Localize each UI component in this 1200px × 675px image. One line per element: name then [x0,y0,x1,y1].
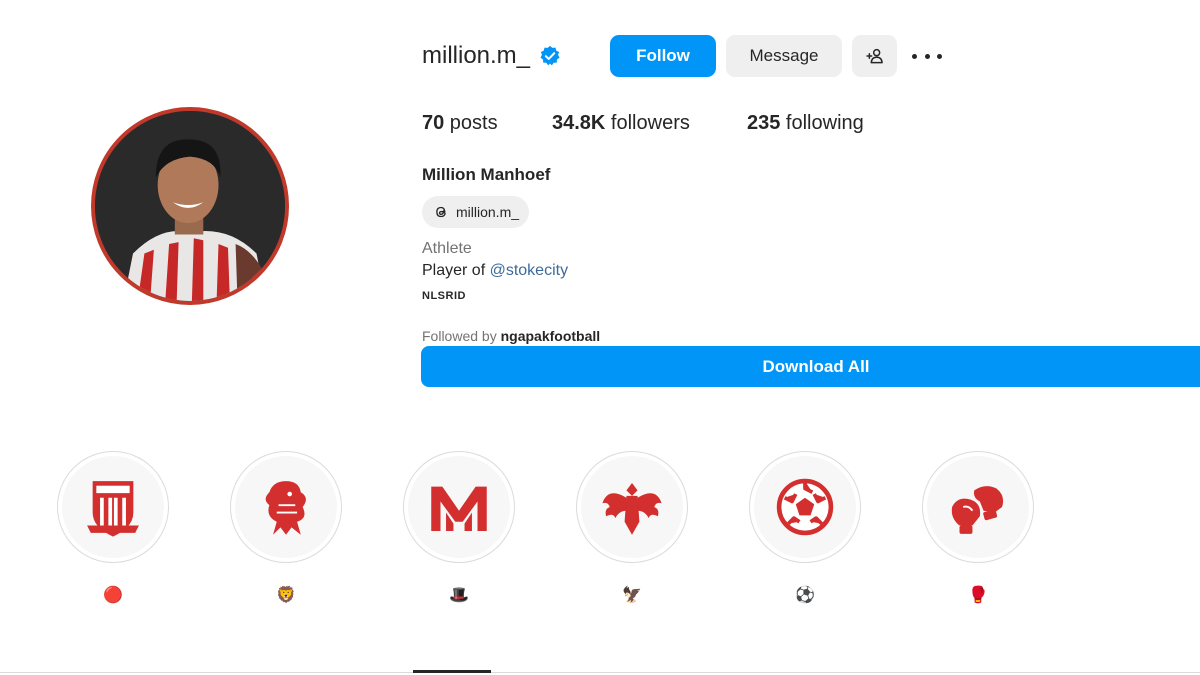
posts-stat[interactable]: 70 posts [422,112,552,135]
story-highlights: 🔴 🦁 🎩 🦅 ⚽ 🥊 [57,451,1095,605]
highlight-football[interactable] [749,451,861,563]
highlight-item: 🦅 [576,451,749,605]
highlight-item: 🦁 [230,451,403,605]
lion-crest-icon [265,481,306,535]
tab-divider [0,672,1200,673]
profile-avatar[interactable] [91,107,289,305]
username-row: million.m_ [422,34,561,78]
football-icon [776,478,834,536]
followers-stat[interactable]: 34.8K followers [552,112,747,135]
download-all-button[interactable]: Download All [421,346,1200,387]
highlight-label: 🦁 [276,587,296,604]
highlight-item: 🥊 [922,451,1095,605]
highlight-label: ⚽ [795,587,815,604]
highlight-label: 🦅 [622,587,642,604]
follow-button[interactable]: Follow [610,35,716,77]
highlight-label: 🔴 [103,587,123,604]
profile-stats: 70 posts 34.8K followers 235 following [422,112,864,135]
following-count: 235 [747,112,781,134]
profile-category: Athlete [422,240,472,257]
following-label: following [780,112,864,134]
bio-text: Player of @stokecity [422,262,568,280]
highlight-label: 🎩 [449,587,469,604]
followed-by-user: ngapakfootball [500,328,601,344]
posts-label: posts [444,112,498,134]
threads-handle: million.m_ [456,204,520,220]
highlight-eagle[interactable] [576,451,688,563]
full-name: Million Manhoef [422,165,551,184]
bio-tag: NLSRID [422,290,466,302]
highlight-boxing[interactable] [922,451,1034,563]
highlight-label: 🥊 [968,587,988,604]
followed-by-prefix: Followed by [422,328,501,344]
highlight-item: 🔴 [57,451,230,605]
eagle-crest-icon [602,482,662,535]
suggest-people-button[interactable] [852,35,897,77]
followers-count: 34.8K [552,112,606,134]
bio-prefix: Player of [422,262,490,279]
username: million.m_ [422,42,531,69]
stoke-city-crest-icon [87,481,139,537]
highlight-item: 🎩 [403,451,576,605]
highlight-item: ⚽ [749,451,922,605]
posts-count: 70 [422,112,445,134]
verified-badge-icon [540,45,560,66]
active-tab-indicator[interactable] [413,670,491,673]
following-stat[interactable]: 235 following [747,112,864,135]
bio-mention-link[interactable]: @stokecity [490,262,568,279]
followers-label: followers [605,112,690,134]
highlight-mm[interactable] [403,451,515,563]
followed-by[interactable]: Followed by ngapakfootball [422,328,600,344]
highlight-lion[interactable] [230,451,342,563]
message-button[interactable]: Message [726,35,842,77]
threads-link[interactable]: million.m_ [422,196,530,228]
add-user-icon [865,48,883,64]
boxing-gloves-icon [951,486,1004,534]
threads-icon [436,206,446,218]
avatar-photo [95,111,285,301]
mm-monogram-icon [431,486,487,532]
highlight-stoke[interactable] [57,451,169,563]
more-options-icon[interactable] [910,42,944,70]
